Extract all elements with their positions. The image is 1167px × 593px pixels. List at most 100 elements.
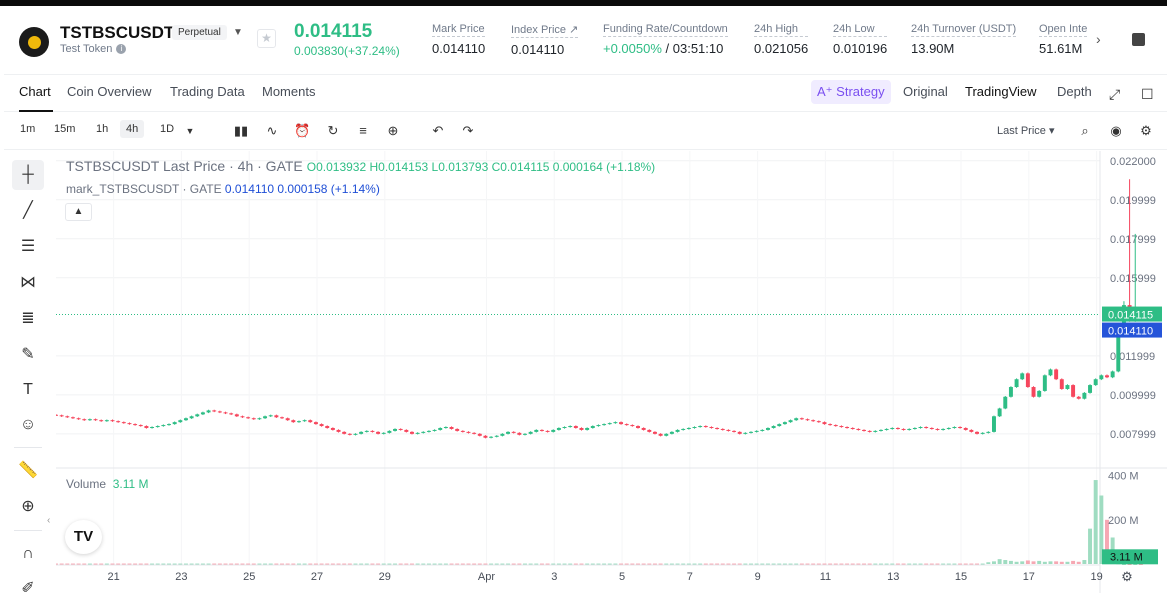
volume-bar <box>1071 560 1076 564</box>
settings-icon[interactable]: ⚙ <box>1138 123 1154 139</box>
alert-icon[interactable]: ⏰ <box>294 123 310 139</box>
volume-bar <box>347 563 352 565</box>
chart-area[interactable]: 0.022000 0.019999 0.017999 0.015999 0.011999… <box>54 151 1167 593</box>
volume-bar <box>568 563 573 565</box>
zoom-in-icon[interactable]: ⊕ <box>12 491 44 521</box>
strategy-button[interactable]: A⁺ Strategy <box>811 80 891 104</box>
chevron-right-icon[interactable]: › <box>1096 31 1101 47</box>
candle-body <box>234 414 239 417</box>
tab-tradingview[interactable]: TradingView <box>965 84 1037 99</box>
candle-body <box>929 427 934 429</box>
volume-bar <box>280 563 284 565</box>
candle-body <box>291 420 296 423</box>
add-indicator-icon[interactable]: ⊕ <box>385 123 401 139</box>
redo-icon[interactable]: ↷ <box>460 123 476 139</box>
timeframe-1h[interactable]: 1h <box>90 120 114 138</box>
candle-body <box>319 424 324 427</box>
stat-label: Index Price ↗ <box>511 24 579 38</box>
crosshair-icon[interactable]: ┼ <box>12 160 44 190</box>
templates-icon[interactable]: ≡ <box>355 123 371 139</box>
candle-body <box>833 425 838 427</box>
stat-funding-rate[interactable]: Funding Rate/Countdown +0.0050% / 03:51:… <box>603 23 728 56</box>
volume-bar <box>1088 528 1093 564</box>
candle-body <box>460 430 465 432</box>
stat-index-price[interactable]: Index Price ↗ 0.014110 <box>511 23 579 57</box>
volume-bar <box>511 563 516 565</box>
camera-icon[interactable]: ◉ <box>1108 123 1124 139</box>
candle-type-icon[interactable]: ▮▮ <box>233 123 249 139</box>
tab-moments[interactable]: Moments <box>262 84 315 99</box>
volume-bar <box>455 563 460 565</box>
timeframe-1d[interactable]: 1D <box>154 120 180 138</box>
emoji-icon[interactable]: ☺ <box>12 410 44 440</box>
star-icon[interactable]: ★ <box>257 29 276 48</box>
candle-body <box>585 427 590 430</box>
volume-bar <box>116 563 121 565</box>
ruler-icon[interactable]: 📏 <box>12 455 44 485</box>
tab-trading-data[interactable]: Trading Data <box>170 84 245 99</box>
volume-bar <box>387 563 392 565</box>
candle-body <box>455 428 460 431</box>
candle-body <box>1037 390 1042 397</box>
candle-body <box>353 433 358 435</box>
candle-body <box>556 427 561 430</box>
volume-bar <box>172 563 177 565</box>
candle-body <box>1014 379 1019 388</box>
fullscreen-icon[interactable]: ☐ <box>1141 86 1154 103</box>
price-type-select[interactable]: Last Price ▾ <box>997 124 1055 137</box>
text-icon[interactable]: T <box>12 375 44 405</box>
stat-24h-high: 24h High 0.021056 <box>754 23 809 56</box>
candle-body <box>754 430 759 432</box>
tab-coin-overview[interactable]: Coin Overview <box>67 84 152 99</box>
candle-body <box>404 429 409 432</box>
candle-body <box>133 424 138 426</box>
volume-bar <box>845 563 850 565</box>
timeframe-dropdown-icon[interactable]: ▼ <box>182 123 198 139</box>
candle-body <box>1059 379 1064 389</box>
stat-label: 24h Low <box>833 23 888 37</box>
timeframe-15m[interactable]: 15m <box>48 120 81 138</box>
horizontal-lines-icon[interactable]: ☰ <box>12 231 44 261</box>
tab-depth[interactable]: Depth <box>1057 84 1092 99</box>
brush-icon[interactable]: ✎ <box>12 339 44 369</box>
tab-original[interactable]: Original <box>903 84 948 99</box>
candle-body <box>703 426 708 428</box>
volume-bar <box>850 563 855 565</box>
collapse-toolbar-icon[interactable]: ‹ <box>47 515 50 526</box>
volume-bar <box>432 563 437 565</box>
collapse-legend-button[interactable]: ▲ <box>65 203 92 221</box>
pencil-icon[interactable]: ✐ <box>12 573 44 593</box>
mark-legend: mark_TSTBSCUSDT · GATE 0.014110 0.000158… <box>66 182 380 196</box>
tradingview-logo[interactable]: TV <box>65 520 102 554</box>
volume-bar <box>652 563 657 565</box>
indicators-icon[interactable]: ∿ <box>264 123 280 139</box>
candle-body <box>381 432 386 434</box>
undo-icon[interactable]: ↶ <box>430 123 446 139</box>
candle-body <box>1082 392 1087 399</box>
fib-icon[interactable]: ≣ <box>12 303 44 333</box>
symbol-name[interactable]: TSTBSCUSDT <box>60 23 174 43</box>
replay-icon[interactable]: ↻ <box>325 123 341 139</box>
candle-body <box>313 422 318 425</box>
tab-chart[interactable]: Chart <box>19 84 51 99</box>
volume-bar <box>494 563 499 565</box>
timeframe-4h[interactable]: 4h <box>120 120 145 138</box>
candle-body <box>568 426 573 428</box>
timeframe-1m[interactable]: 1m <box>14 120 41 138</box>
volume-bar <box>54 563 58 565</box>
expand-icon[interactable]: ⤢ <box>1109 86 1120 103</box>
magnet-icon[interactable]: ∩ <box>12 539 44 569</box>
volume-bar <box>1037 560 1042 564</box>
volume-bar <box>528 563 533 565</box>
info-icon[interactable]: i <box>116 44 127 55</box>
volume-bar <box>517 563 522 565</box>
candle-body <box>1099 375 1104 380</box>
trend-line-icon[interactable]: ╱ <box>12 195 44 225</box>
pattern-icon[interactable]: ⋈ <box>12 267 44 297</box>
search-icon[interactable]: ⌕ <box>1077 123 1093 139</box>
book-icon[interactable] <box>1132 33 1145 46</box>
chevron-down-icon[interactable]: ▼ <box>233 27 243 38</box>
candle-body <box>652 431 657 434</box>
price-chart[interactable]: 0.0220000.0199990.0179990.0159990.011999… <box>54 151 1167 593</box>
volume-bar <box>901 563 906 565</box>
